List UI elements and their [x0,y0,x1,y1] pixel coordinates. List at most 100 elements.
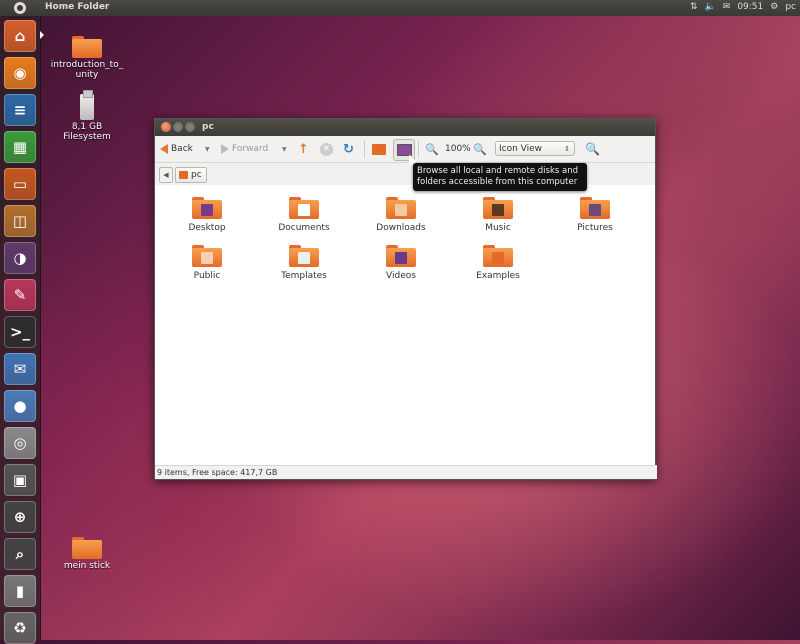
folder-label: Desktop [188,223,226,233]
folder-videos[interactable]: Videos [361,243,441,281]
back-history-dropdown[interactable]: ▼ [205,141,210,157]
session-gear-icon[interactable]: ⚙ [770,2,778,12]
path-crumb-pc[interactable]: pc [175,167,207,183]
folder-pictures[interactable]: Pictures [555,195,635,233]
forward-label: Forward [232,144,269,154]
user-name[interactable]: pc [785,2,796,12]
toolbar-separator [364,140,365,158]
usb-drive-icon [80,90,94,120]
network-icon[interactable]: ⇅ [690,2,698,12]
zoom-icon: ⊕ [13,508,27,526]
view-mode-value: Icon View [499,144,543,154]
impress-icon: ▭ [12,175,28,193]
folder-label: Pictures [577,223,613,233]
maximize-window-button[interactable] [185,122,195,132]
thunderbird-launcher[interactable]: ✉ [4,353,36,385]
folder-label: Templates [281,271,327,281]
terminal-icon: >_ [9,323,31,341]
workspace-switcher-launcher[interactable]: ◑ [4,242,36,274]
desktop-folder-introduction[interactable]: introduction_to_unity [47,34,127,80]
toolbar-separator [418,140,419,158]
forward-arrow-icon [221,144,229,154]
minimize-window-button[interactable] [173,122,183,132]
stop-button[interactable]: ✕ [320,141,333,157]
close-window-button[interactable] [161,122,171,132]
up-button[interactable]: ↑ [298,141,309,157]
back-arrow-icon [160,144,168,154]
trash-icon: ♻ [13,619,27,637]
firefox-icon: ◉ [13,64,27,82]
calc-icon: ▦ [12,138,28,156]
launcher: ⌂ ◉ ≡ ▦ ▭ ◫ ◑ ✎ >_ ✉ ● ◎ ▣ ⊕ ⌕ ▮ ♻ [0,16,41,644]
software-center-launcher[interactable]: ◫ [4,205,36,237]
back-label: Back [171,144,193,154]
top-panel: Home Folder ⇅ 🔈 ✉ 09:51 ⚙ pc [0,0,800,16]
desktop-icon-label: mein stick [63,561,111,571]
home-icon [372,143,386,155]
folder-label: Music [485,223,511,233]
path-scroll-left-button[interactable]: ◀ [159,167,173,183]
window-titlebar[interactable]: pc [155,119,655,136]
system-settings-launcher[interactable]: ✎ [4,279,36,311]
camera-launcher[interactable]: ◎ [4,427,36,459]
folder-icon [289,243,319,269]
mail-icon[interactable]: ✉ [723,2,731,12]
chat-icon: ● [13,397,27,415]
desktop-folder-mein-stick[interactable]: mein stick [47,535,127,571]
tooltip-line-2: folders accessible from this computer [417,177,578,187]
icon-view[interactable]: Desktop Documents Downloads Music Pictures Pu… [155,185,655,466]
desktop-usb-filesystem[interactable]: 8,1 GB Filesystem [47,90,127,142]
zoom-level[interactable]: 100% [445,141,471,157]
empathy-launcher[interactable]: ● [4,390,36,422]
folder-downloads[interactable]: Downloads [361,195,441,233]
usb-drive-launcher[interactable]: ▮ [4,575,36,607]
terminal-launcher[interactable]: >_ [4,316,36,348]
folder-icon [192,195,222,221]
workspaces-icon: ◑ [13,249,27,267]
folder-label: Public [193,271,221,281]
folder-icon [289,195,319,221]
forward-history-dropdown[interactable]: ▼ [282,141,287,157]
computer-button-tooltip: Browse all local and remote disks and fo… [413,163,587,191]
folder-icon [580,195,610,221]
clock-time[interactable]: 09:51 [737,2,763,12]
trash-launcher[interactable]: ♻ [4,612,36,644]
home-icon: ⌂ [14,27,26,45]
zoom-in-icon: 🔍 [473,142,487,156]
back-button[interactable]: Back [160,141,193,157]
ubuntu-logo-icon[interactable] [14,2,26,14]
reload-button[interactable]: ↻ [343,141,354,157]
toolbar: Back ▼ Forward ▼ ↑ ✕ ↻ 🔍 100% 🔍 Icon Vie… [155,136,655,163]
firefox-launcher[interactable]: ◉ [4,57,36,89]
writer-icon: ≡ [13,101,27,119]
folder-icon [192,243,222,269]
libreoffice-impress-launcher[interactable]: ▭ [4,168,36,200]
view-mode-select[interactable]: Icon View ⇕ [495,141,575,156]
folder-desktop[interactable]: Desktop [167,195,247,233]
folder-label: Examples [476,271,520,281]
search-launcher[interactable]: ⌕ [4,538,36,570]
stop-icon: ✕ [320,142,333,156]
screenshot-launcher[interactable]: ▣ [4,464,36,496]
tooltip-line-1: Browse all local and remote disks and [417,166,578,176]
folder-examples[interactable]: Examples [458,243,538,281]
volume-icon[interactable]: 🔈 [705,2,716,12]
search-button[interactable]: 🔍 [585,141,600,157]
folder-templates[interactable]: Templates [264,243,344,281]
magnifier-launcher[interactable]: ⊕ [4,501,36,533]
active-indicator-arrow [40,31,44,39]
forward-button[interactable]: Forward [221,141,268,157]
libreoffice-calc-launcher[interactable]: ▦ [4,131,36,163]
folder-icon [386,195,416,221]
folder-music[interactable]: Music [458,195,538,233]
folder-label: Downloads [376,223,426,233]
zoom-in-button[interactable]: 🔍 [473,141,487,157]
libreoffice-writer-launcher[interactable]: ≡ [4,94,36,126]
folder-documents[interactable]: Documents [264,195,344,233]
home-folder-launcher[interactable]: ⌂ [4,20,36,52]
zoom-out-button[interactable]: 🔍 [425,141,439,157]
home-button[interactable] [372,141,386,157]
folder-public[interactable]: Public [167,243,247,281]
path-crumb-label: pc [191,170,202,180]
settings-icon: ✎ [13,286,27,304]
